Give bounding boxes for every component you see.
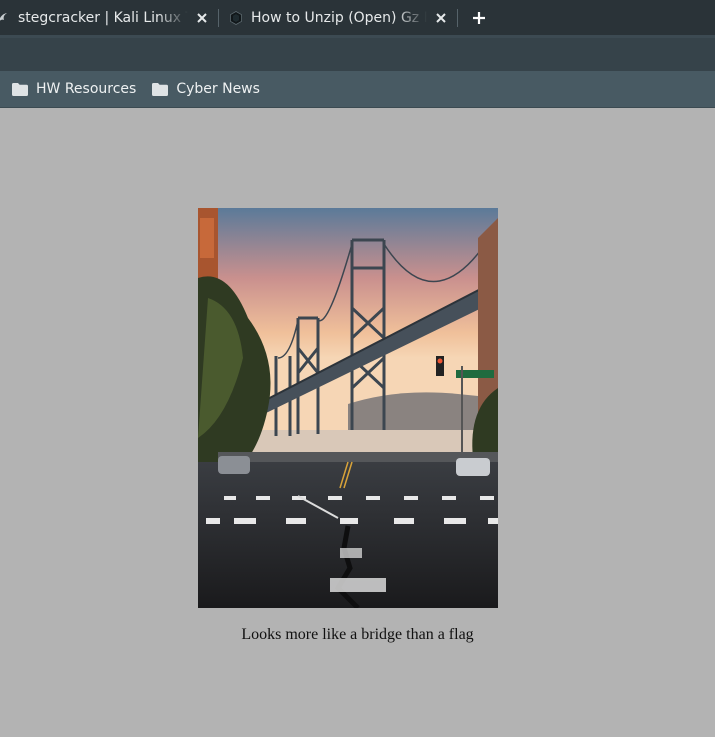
folder-icon xyxy=(12,82,28,96)
new-tab-button[interactable] xyxy=(466,6,492,30)
bookmark-folder-cyber-news[interactable]: Cyber News xyxy=(146,76,266,102)
tab-title: stegcracker | Kali Linux Tools xyxy=(18,10,188,26)
close-icon[interactable] xyxy=(433,10,449,26)
folder-icon xyxy=(152,82,169,96)
tab-title: How to Unzip (Open) Gz Files xyxy=(251,10,427,26)
tab-divider xyxy=(457,9,458,27)
image-caption: Looks more like a bridge than a flag xyxy=(241,626,474,643)
bookmark-label: Cyber News xyxy=(176,81,260,97)
tab-unzip-gz[interactable]: How to Unzip (Open) Gz Files xyxy=(229,0,451,36)
bridge-photo xyxy=(198,208,498,608)
close-icon[interactable] xyxy=(194,10,210,26)
tab-stegcracker[interactable]: stegcracker | Kali Linux Tools xyxy=(0,0,210,36)
tab-divider xyxy=(218,9,219,27)
bookmarks-bar: HW Resources Cyber News xyxy=(0,71,715,108)
bookmark-folder-hw-resources[interactable]: HW Resources xyxy=(6,76,142,102)
site-hexagon-icon xyxy=(230,11,242,25)
kali-dragon-icon xyxy=(0,13,7,21)
navigation-toolbar xyxy=(0,38,715,72)
plus-icon xyxy=(473,12,485,24)
tab-strip: stegcracker | Kali Linux Tools How to Un… xyxy=(0,0,715,36)
bookmark-label: HW Resources xyxy=(36,81,137,97)
